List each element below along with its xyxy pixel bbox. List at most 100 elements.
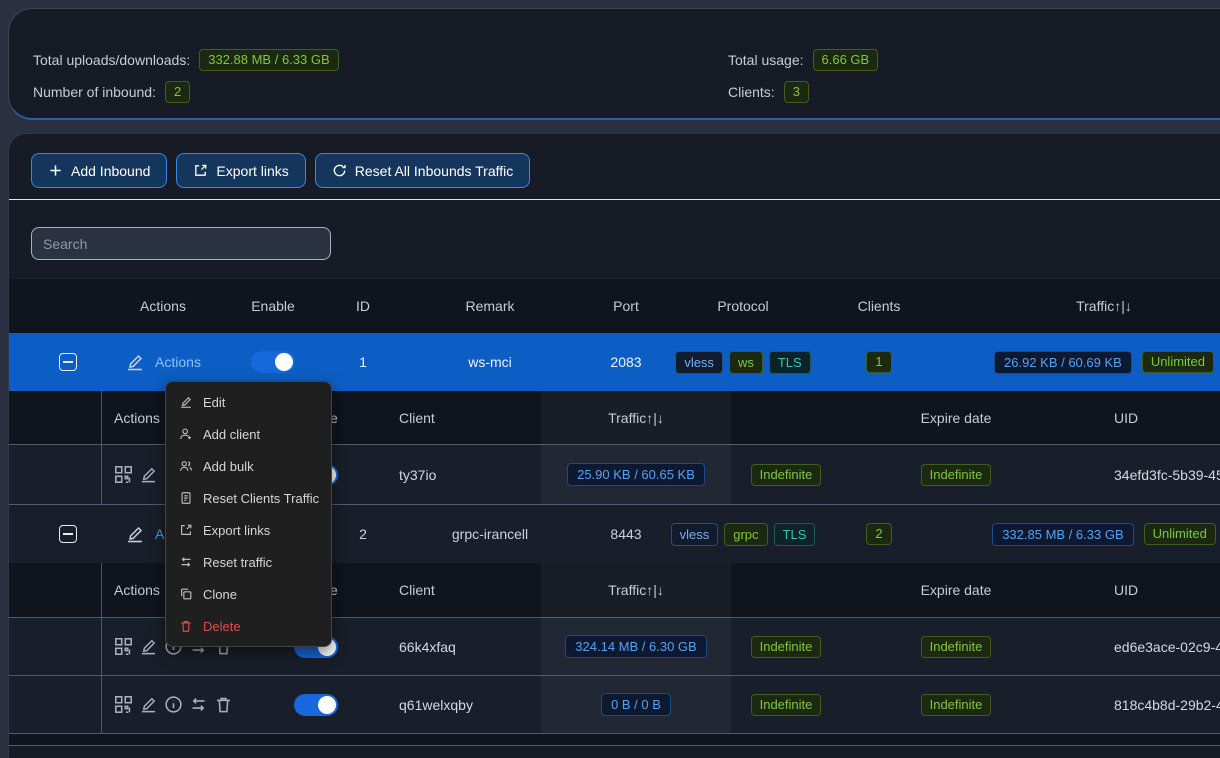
total-usage-value: 6.66 GB [813,49,879,71]
menu-label: Reset traffic [203,555,272,570]
table-footer-strip [9,734,1220,746]
export-links-button[interactable]: Export links [176,153,305,188]
client-enable-toggle[interactable] [294,694,338,716]
cell-id: 2 [323,505,403,563]
menu-item-clone[interactable]: Clone [166,578,331,610]
reset-all-traffic-label: Reset All Inbounds Traffic [355,163,514,179]
client-header-expire: Expire date [841,563,1071,617]
inner-table-border [101,563,102,734]
cell-remark: ws-mci [403,333,577,391]
cell-port: 8443 [577,505,675,563]
clients-value: 3 [784,81,809,103]
client-name: q61welxqby [371,676,531,733]
client-header-uid: UID [1071,563,1220,617]
toolbar: Add Inbound Export links Reset All Inbou… [31,153,530,188]
header-traffic-sort[interactable]: Traffic↑|↓ [947,279,1220,333]
menu-item-add-bulk[interactable]: Add bulk [166,450,331,482]
info-icon[interactable] [164,695,183,714]
collapse-row-checkbox[interactable] [59,353,77,371]
header-clients: Clients [811,279,947,333]
number-of-inbound-label: Number of inbound: [33,84,156,100]
cell-id: 1 [323,333,403,391]
protocol-badge-vless: vless [675,351,723,374]
inbounds-page: { "stats": { "total_uploads_downloads_la… [0,0,1220,758]
cell-port: 2083 [577,333,675,391]
export-icon [193,163,208,178]
traffic-limit-badge: Unlimited [1144,523,1216,545]
client-traffic-badge: 25.90 KB / 60.65 KB [567,463,705,486]
client-limit-badge: Indefinite [751,636,822,658]
header-id: ID [323,279,403,333]
total-uploads-downloads-label: Total uploads/downloads: [33,52,190,68]
delete-icon [178,619,193,633]
client-expire-badge: Indefinite [921,636,992,658]
menu-item-edit[interactable]: Edit [166,386,331,418]
client-limit-badge: Indefinite [751,464,822,486]
qrcode-icon[interactable] [114,465,133,484]
row-actions-dropdown[interactable]: Actions [155,354,201,370]
qrcode-icon[interactable] [114,695,133,714]
edit-client-icon[interactable] [139,637,158,656]
client-row-q61welxqby: q61welxqby 0 B / 0 B Indefinite Indefini… [9,676,1220,734]
client-traffic-badge: 324.14 MB / 6.30 GB [565,635,706,658]
users-add-icon [178,459,193,473]
client-traffic-badge: 0 B / 0 B [601,693,671,716]
header-actions: Actions [103,279,223,333]
header-enable: Enable [223,279,323,333]
menu-item-reset-traffic[interactable]: Reset traffic [166,546,331,578]
menu-label: Add bulk [203,459,254,474]
export-links-label: Export links [216,163,288,179]
menu-label: Clone [203,587,237,602]
search-input[interactable] [31,227,331,260]
menu-item-reset-clients-traffic[interactable]: Reset Clients Traffic [166,482,331,514]
menu-label: Delete [203,619,241,634]
client-header-client: Client [371,563,531,617]
clients-count-badge: 1 [866,351,891,373]
cell-remark: grpc-irancell [403,505,577,563]
traffic-badge: 332.85 MB / 6.33 GB [992,523,1133,546]
toolbar-divider [9,199,1220,200]
cell-protocol: vless grpc TLS [675,505,811,563]
client-header-traffic-sort[interactable]: Traffic↑|↓ [541,391,731,444]
reload-icon [332,163,347,178]
qrcode-icon[interactable] [114,637,133,656]
client-uid: 34efd3fc-5b39-45 [1071,445,1220,504]
add-inbound-button[interactable]: Add Inbound [31,153,167,188]
client-header-uid: UID [1071,391,1220,444]
protocol-badge-ws: ws [729,351,763,374]
collapse-row-checkbox[interactable] [59,525,77,543]
export-icon [178,523,193,537]
client-limit-badge: Indefinite [751,694,822,716]
plus-icon [48,163,63,178]
copy-icon [178,587,193,601]
menu-item-delete[interactable]: Delete [166,610,331,642]
header-remark: Remark [403,279,577,333]
client-expire-badge: Indefinite [921,694,992,716]
clients-count-badge: 2 [866,523,891,545]
reset-client-traffic-icon[interactable] [189,695,208,714]
protocol-badge-tls: TLS [774,523,816,546]
client-uid: 818c4b8d-29b2-4 [1071,676,1220,733]
client-header-expire: Expire date [841,391,1071,444]
menu-item-add-client[interactable]: Add client [166,418,331,450]
protocol-badge-tls: TLS [769,351,811,374]
client-header-limit [731,563,841,617]
edit-icon[interactable] [125,352,145,372]
header-protocol: Protocol [675,279,811,333]
delete-client-icon[interactable] [214,695,233,714]
reset-all-traffic-button[interactable]: Reset All Inbounds Traffic [315,153,531,188]
client-header-limit [731,391,841,444]
client-header-traffic-sort[interactable]: Traffic↑|↓ [541,563,731,617]
total-usage-label: Total usage: [728,52,804,68]
menu-label: Export links [203,523,270,538]
client-name: 66k4xfaq [371,618,531,675]
user-add-icon [178,427,193,441]
edit-icon[interactable] [125,524,145,544]
menu-item-export-links[interactable]: Export links [166,514,331,546]
edit-client-icon[interactable] [139,695,158,714]
edit-client-icon[interactable] [139,465,158,484]
file-reset-icon [178,491,193,505]
menu-label: Edit [203,395,225,410]
enable-toggle[interactable] [251,351,295,373]
protocol-badge-grpc: grpc [724,523,767,546]
